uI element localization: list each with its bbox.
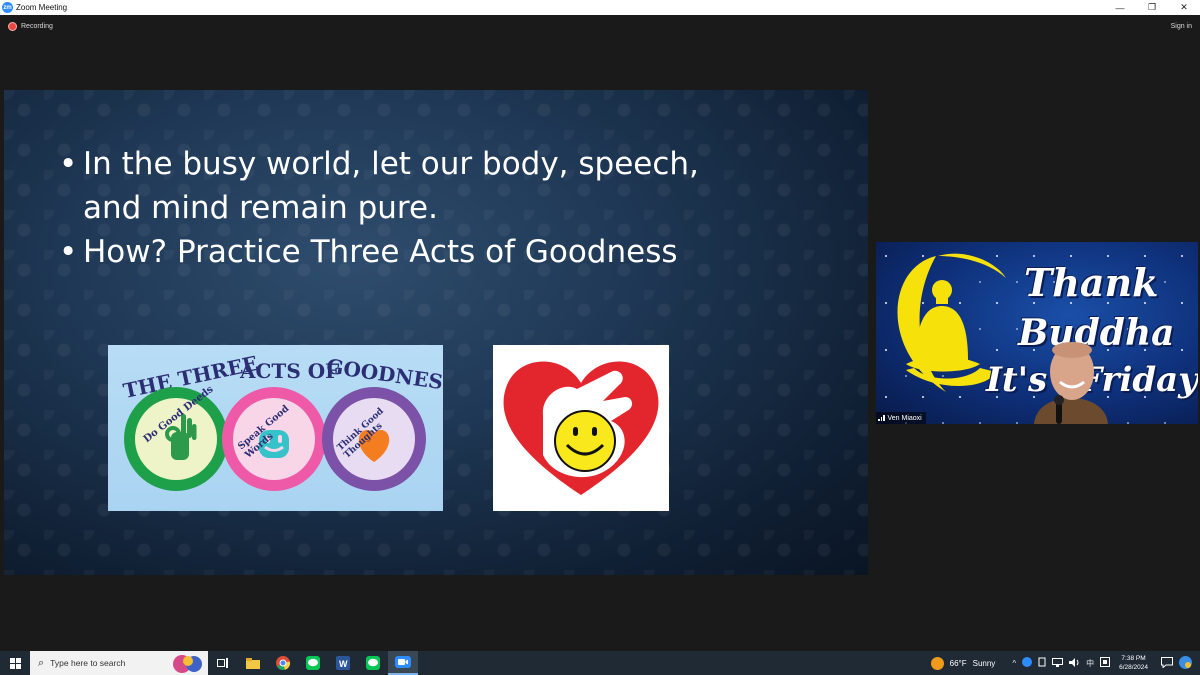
widget-icon — [1179, 655, 1192, 669]
search-highlight-icon — [173, 655, 202, 673]
start-button[interactable] — [0, 651, 30, 675]
network-icon — [1052, 657, 1064, 667]
three-acts-of-goodness-image: THE THREE ACTS OF GOODNESS Do Good Deeds… — [108, 345, 443, 511]
weather-condition: Sunny — [972, 658, 996, 668]
word-icon: W — [336, 656, 350, 670]
zoom-tray-icon[interactable] — [1022, 657, 1033, 669]
shared-screen-slide: In the busy world, let our body, speech,… — [4, 90, 868, 575]
participant-video-tile[interactable]: Thank Buddha It's Friday Ven Miaoxi — [876, 242, 1198, 424]
line-chat-icon — [306, 656, 320, 670]
weather-widget[interactable]: 66°F Sunny — [930, 656, 996, 670]
windows-taskbar: ⌕ Type here to search W 66°F Sunny ^ 中 7… — [0, 651, 1200, 675]
recording-indicator[interactable]: Recording — [8, 22, 53, 31]
usb-icon — [1038, 657, 1046, 667]
ime-mode-icon[interactable] — [1100, 657, 1111, 669]
zoom-icon — [395, 656, 411, 668]
line-app-button[interactable] — [298, 651, 328, 675]
line-chat-icon — [366, 656, 380, 670]
slide-bullet: How? Practice Three Acts of Goodness — [59, 230, 699, 274]
clock-time: 7:38 PM — [1121, 655, 1146, 662]
window-controls: — ❐ ✕ — [1104, 0, 1200, 15]
think-good-thoughts-circle: Think Good Thoughts — [322, 387, 426, 491]
slide-bullets: In the busy world, let our body, speech,… — [59, 142, 699, 274]
search-icon: ⌕ — [38, 656, 45, 669]
zoom-app-icon: zm — [2, 2, 13, 13]
window-title: Zoom Meeting — [16, 3, 68, 12]
show-hidden-icons-button[interactable]: ^ — [1012, 659, 1016, 668]
participant-name-label: Ven Miaoxi — [876, 412, 926, 424]
participant-person — [1034, 342, 1108, 424]
weather-temp: 66°F — [949, 658, 967, 668]
speaker-icon — [1069, 657, 1079, 667]
usb-icon[interactable] — [1038, 657, 1046, 669]
task-view-icon — [217, 658, 228, 668]
widget-avatar-button[interactable] — [1179, 655, 1192, 671]
svg-text:W: W — [339, 659, 348, 669]
chrome-icon — [276, 656, 290, 670]
heading-word: ACTS OF — [240, 359, 340, 383]
search-placeholder: Type here to search — [50, 658, 126, 668]
do-good-deeds-circle: Do Good Deeds — [124, 384, 228, 491]
restore-button[interactable]: ❐ — [1136, 0, 1168, 15]
meeting-top-bar: Recording Sign in — [0, 15, 1200, 40]
heart-smiley-icon — [503, 361, 659, 495]
taskbar-search-box[interactable]: ⌕ Type here to search — [30, 651, 208, 675]
minimize-button[interactable]: — — [1104, 0, 1136, 15]
zoom-screen: zm Zoom Meeting — ❐ ✕ Recording Sign in … — [0, 0, 1200, 675]
recording-dot-icon — [8, 22, 17, 31]
volume-icon[interactable] — [1069, 657, 1080, 669]
window-titlebar[interactable]: zm Zoom Meeting — ❐ ✕ — [0, 0, 1200, 15]
word-button[interactable]: W — [328, 651, 358, 675]
file-explorer-button[interactable] — [238, 651, 268, 675]
participant-name: Ven Miaoxi — [887, 414, 922, 422]
recording-label: Recording — [21, 23, 53, 30]
zoom-taskbar-button[interactable] — [388, 651, 418, 675]
notifications-button[interactable] — [1161, 656, 1173, 670]
clock-date: 6/28/2024 — [1119, 664, 1148, 671]
speak-good-words-circle: Speak Good Words — [222, 387, 326, 491]
heart-smiley-logo-image — [493, 345, 669, 511]
notification-icon — [1161, 656, 1173, 669]
sun-icon — [930, 656, 944, 670]
close-button[interactable]: ✕ — [1168, 0, 1200, 15]
banner-word: Thank — [1024, 260, 1159, 305]
network-icon[interactable] — [1052, 657, 1064, 669]
sign-in-link[interactable]: Sign in — [1171, 23, 1192, 30]
zoom-icon — [1022, 657, 1033, 667]
system-tray: 66°F Sunny ^ 中 7:38 PM 6/28/2024 — [930, 651, 1200, 675]
folder-icon — [246, 657, 260, 669]
input-method-indicator[interactable]: 中 — [1086, 658, 1094, 669]
line-app-button-2[interactable] — [358, 651, 388, 675]
windows-logo-icon — [9, 657, 21, 669]
keyboard-mode-icon — [1100, 657, 1111, 667]
chrome-button[interactable] — [268, 651, 298, 675]
slide-bullet: In the busy world, let our body, speech,… — [59, 142, 699, 230]
signal-icon — [878, 415, 885, 421]
task-view-button[interactable] — [208, 651, 238, 675]
taskbar-clock[interactable]: 7:38 PM 6/28/2024 — [1119, 654, 1148, 672]
